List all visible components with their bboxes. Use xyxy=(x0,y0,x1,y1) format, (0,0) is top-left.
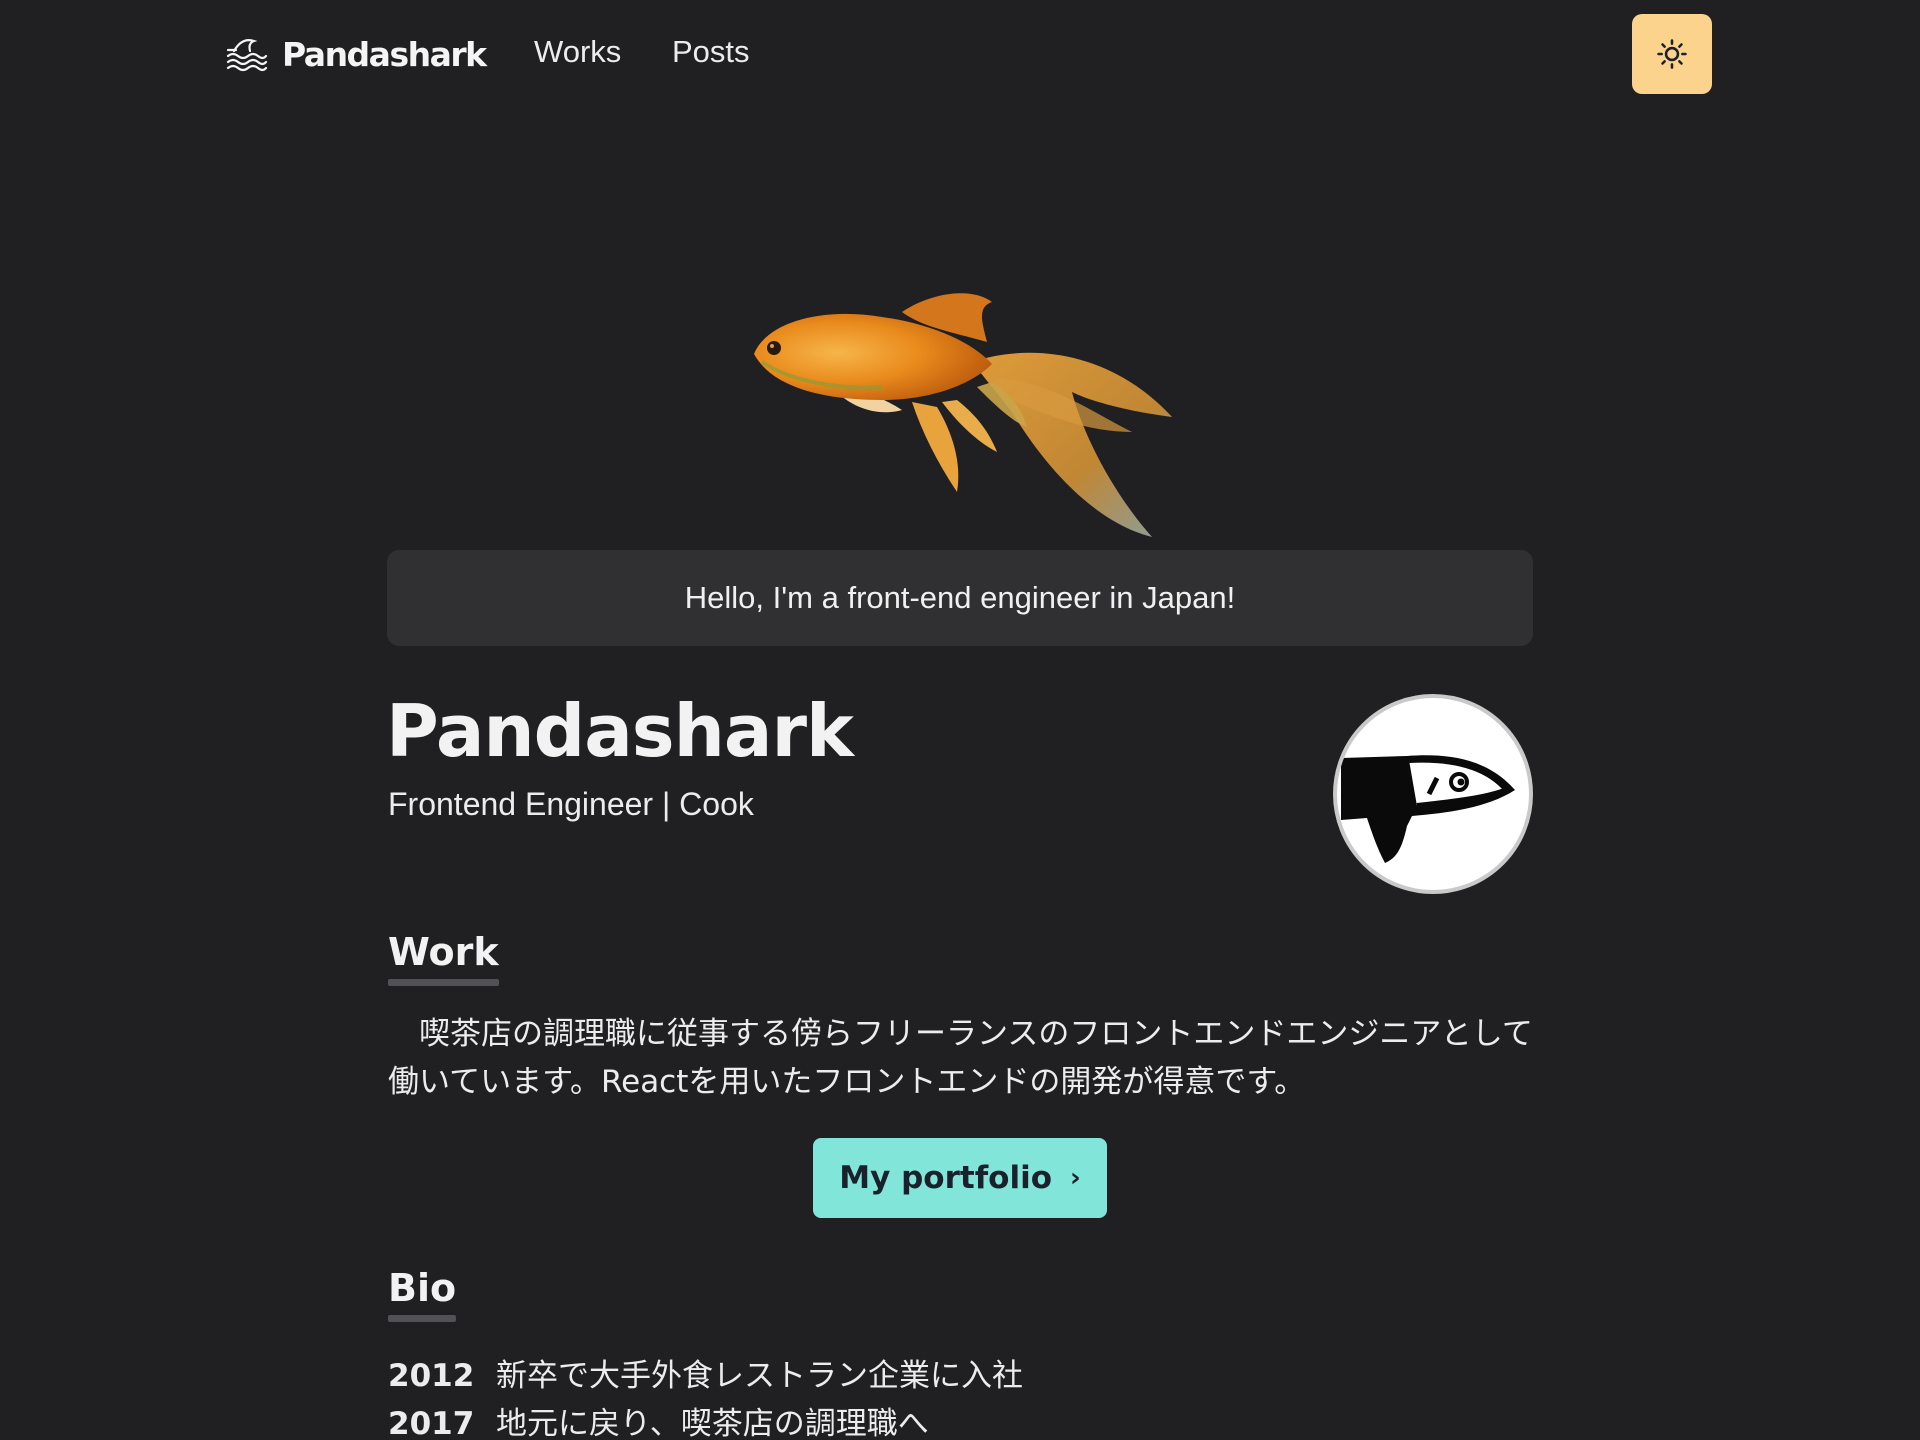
work-description: 喫茶店の調理職に従事する傍らフリーランスのフロントエンドエンジニアとして働いてい… xyxy=(388,1016,1533,1100)
avatar xyxy=(1333,694,1533,894)
theme-toggle-button[interactable] xyxy=(1632,14,1712,94)
navbar: Pandashark Works Posts xyxy=(0,0,1920,110)
shark-avatar-icon xyxy=(1341,755,1515,863)
work-heading: Work xyxy=(388,931,499,986)
waves-logo-icon xyxy=(226,39,268,72)
greeting-banner: Hello, I'm a front-end engineer in Japan… xyxy=(387,550,1533,646)
bio-text: 地元に戻り、喫茶店の調理職へ xyxy=(496,1406,929,1440)
bio-entry: 2012 新卒で大手外食レストラン企業に入社 xyxy=(388,1350,1023,1395)
bio-heading: Bio xyxy=(388,1267,457,1322)
bio-entry: 2017 地元に戻り、喫茶店の調理職へ xyxy=(388,1398,929,1440)
brand-link[interactable]: Pandashark xyxy=(226,34,487,74)
bio-year: 2017 xyxy=(388,1406,475,1440)
goldfish-image xyxy=(754,293,1172,537)
brand-name: Pandashark xyxy=(282,34,487,74)
chevron-right-icon: › xyxy=(1070,1163,1081,1193)
profile-role: Frontend Engineer | Cook xyxy=(388,786,754,822)
nav-link-posts[interactable]: Posts xyxy=(672,34,750,70)
page: Pandashark Works Posts Hello, I'm a fron… xyxy=(0,0,1920,1440)
sun-icon xyxy=(1657,39,1687,69)
nav-link-works[interactable]: Works xyxy=(534,34,621,70)
bio-year: 2012 xyxy=(388,1358,475,1394)
portfolio-button[interactable]: My portfolio › xyxy=(813,1138,1107,1218)
portfolio-button-label: My portfolio xyxy=(839,1160,1053,1196)
profile-name: Pandashark xyxy=(386,689,854,773)
bio-text: 新卒で大手外食レストラン企業に入社 xyxy=(496,1358,1023,1394)
